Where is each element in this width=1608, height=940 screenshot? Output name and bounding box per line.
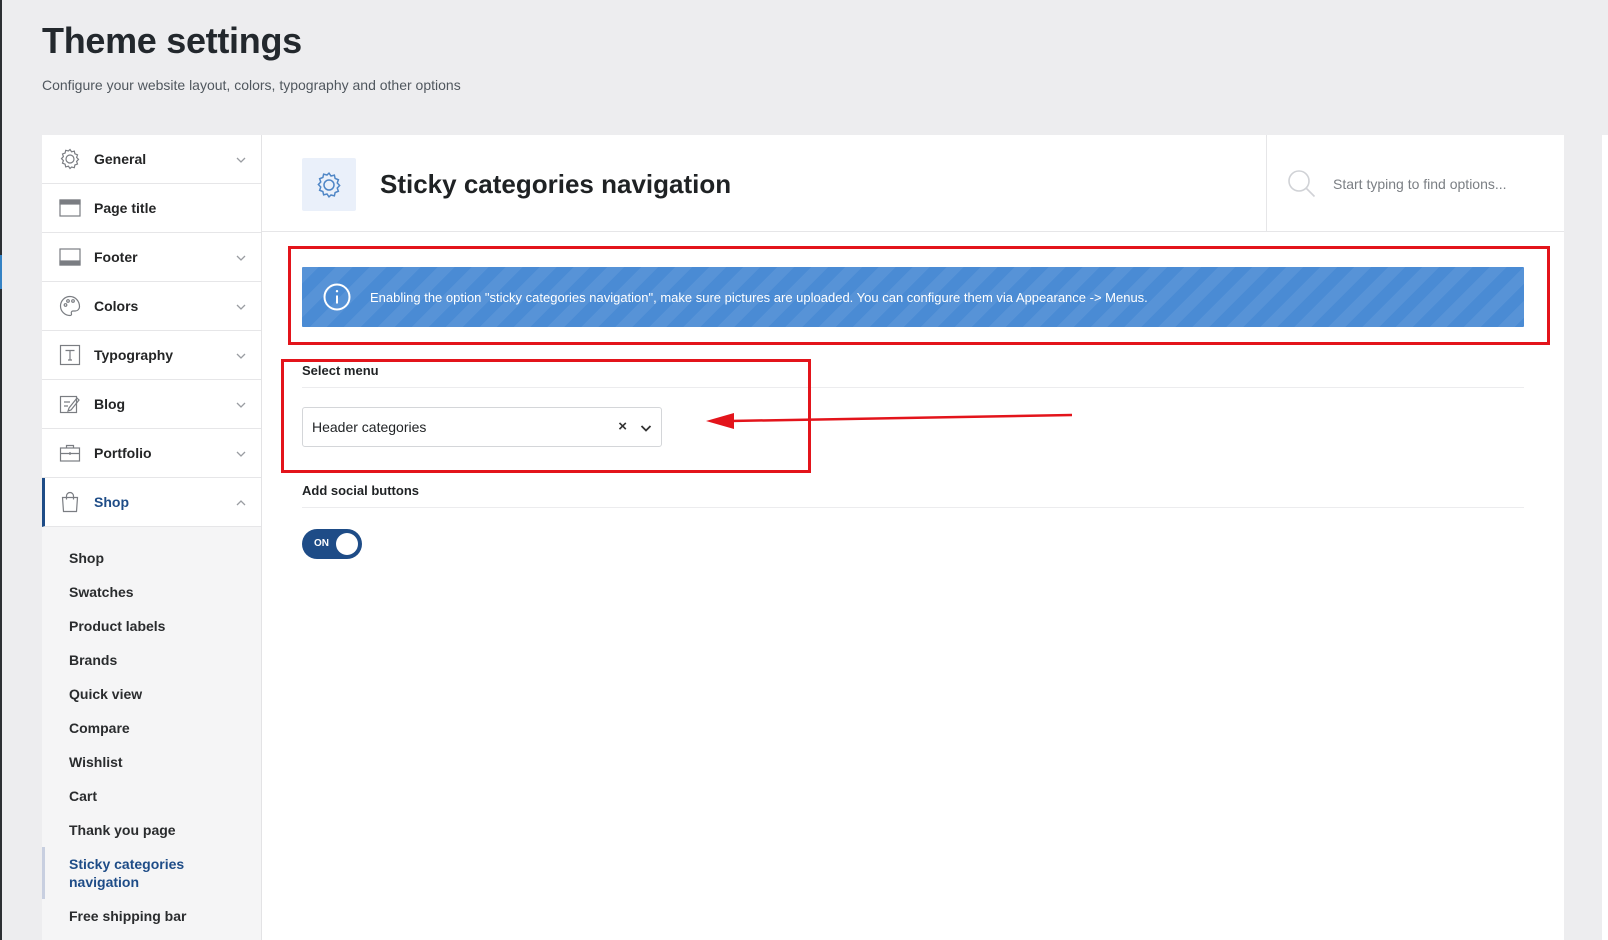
social-buttons-toggle[interactable]: ON bbox=[302, 529, 362, 559]
section-title: Sticky categories navigation bbox=[380, 169, 732, 199]
sidebar-item-footer[interactable]: Footer bbox=[42, 233, 261, 282]
settings-content: Sticky categories navigation Enabling th… bbox=[262, 135, 1564, 940]
typography-icon bbox=[58, 343, 82, 367]
sidebar-item-label: Blog bbox=[94, 396, 126, 412]
sidebar-item-label: Page title bbox=[94, 200, 157, 216]
edit-icon bbox=[58, 392, 82, 416]
window-edge bbox=[0, 0, 2, 940]
settings-sidebar: General Page title Footer Colors Typogra… bbox=[42, 135, 262, 940]
submenu-item-swatches[interactable]: Swatches bbox=[42, 575, 261, 609]
gear-icon bbox=[317, 171, 341, 198]
sidebar-item-label: Shop bbox=[94, 494, 129, 510]
select-menu-value: Header categories bbox=[312, 419, 427, 435]
section-header: Sticky categories navigation bbox=[262, 135, 1564, 232]
sidebar-item-label: Footer bbox=[94, 249, 138, 265]
sidebar-item-typography[interactable]: Typography bbox=[42, 331, 261, 380]
info-notice: Enabling the option "sticky categories n… bbox=[302, 267, 1524, 327]
footer-icon bbox=[58, 245, 82, 269]
chevron-down-icon bbox=[236, 157, 246, 163]
briefcase-icon bbox=[58, 441, 82, 465]
select-menu-dropdown[interactable]: Header categories × bbox=[302, 407, 662, 447]
chevron-down-icon bbox=[236, 451, 246, 457]
chevron-down-icon bbox=[236, 304, 246, 310]
section-icon-box bbox=[302, 158, 356, 211]
right-gutter bbox=[1602, 135, 1608, 940]
submenu-item-brands[interactable]: Brands bbox=[42, 643, 261, 677]
page-title: Theme settings bbox=[42, 20, 302, 61]
sidebar-item-shop[interactable]: Shop bbox=[42, 478, 261, 527]
submenu-item-compare[interactable]: Compare bbox=[42, 711, 261, 745]
sidebar-item-portfolio[interactable]: Portfolio bbox=[42, 429, 261, 478]
clear-selection-icon[interactable]: × bbox=[618, 418, 627, 435]
select-menu-label: Select menu bbox=[302, 363, 379, 378]
submenu-item-product-labels[interactable]: Product labels bbox=[42, 609, 261, 643]
submenu-item-free-shipping-bar[interactable]: Free shipping bar bbox=[42, 899, 261, 933]
chevron-down-icon[interactable] bbox=[639, 421, 653, 435]
sidebar-item-label: General bbox=[94, 151, 147, 167]
toggle-state-text: ON bbox=[314, 538, 329, 549]
gear-icon bbox=[58, 147, 82, 171]
info-icon bbox=[323, 283, 351, 311]
sidebar-item-page-title[interactable]: Page title bbox=[42, 184, 261, 233]
page-subtitle: Configure your website layout, colors, t… bbox=[42, 77, 461, 93]
submenu-item-thank-you-page[interactable]: Thank you page bbox=[42, 813, 261, 847]
submenu-item-cart[interactable]: Cart bbox=[42, 779, 261, 813]
submenu-item-shop[interactable]: Shop bbox=[42, 541, 261, 575]
chevron-down-icon bbox=[236, 402, 246, 408]
shopping-bag-icon bbox=[58, 490, 82, 514]
window-edge-marker bbox=[0, 255, 2, 289]
options-search bbox=[1266, 135, 1564, 232]
sidebar-item-colors[interactable]: Colors bbox=[42, 282, 261, 331]
submenu-item-quick-view[interactable]: Quick view bbox=[42, 677, 261, 711]
sidebar-item-general[interactable]: General bbox=[42, 135, 261, 184]
submenu-item-wishlist[interactable]: Wishlist bbox=[42, 745, 261, 779]
field-divider bbox=[302, 507, 1524, 508]
chevron-up-icon bbox=[236, 500, 246, 506]
submenu-item-sticky-categories-navigation[interactable]: Sticky categories navigation bbox=[42, 847, 261, 899]
chevron-down-icon bbox=[236, 353, 246, 359]
toggle-knob bbox=[336, 533, 358, 555]
search-input[interactable] bbox=[1333, 169, 1553, 199]
sidebar-item-label: Colors bbox=[94, 298, 139, 314]
search-icon bbox=[1288, 170, 1316, 198]
shop-submenu: Shop Swatches Product labels Brands Quic… bbox=[42, 527, 261, 933]
sidebar-item-label: Typography bbox=[94, 347, 174, 363]
social-buttons-label: Add social buttons bbox=[302, 483, 419, 498]
sidebar-item-label: Portfolio bbox=[94, 445, 152, 461]
page-title-icon bbox=[58, 196, 82, 220]
sidebar-item-blog[interactable]: Blog bbox=[42, 380, 261, 429]
field-divider bbox=[302, 387, 1524, 388]
chevron-down-icon bbox=[236, 255, 246, 261]
notice-text: Enabling the option "sticky categories n… bbox=[370, 289, 1148, 305]
palette-icon bbox=[58, 294, 82, 318]
